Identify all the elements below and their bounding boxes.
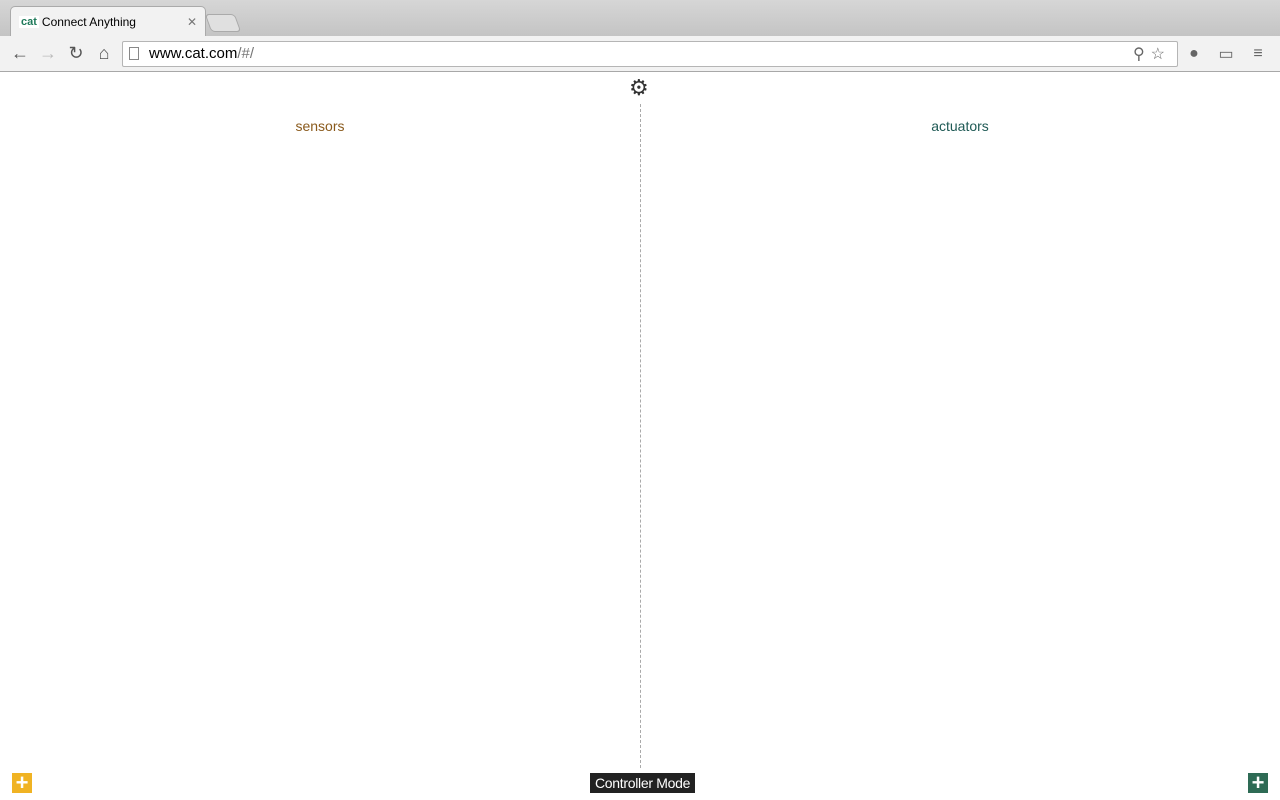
forward-icon[interactable]: →	[34, 43, 62, 64]
browser-toolbar: ← → ↻ ⌂ www.cat.com /#/ ⚲☆ ● ▭ ≡	[0, 36, 1280, 72]
address-bar[interactable]: www.cat.com /#/ ⚲☆	[122, 40, 1178, 67]
hangouts-icon[interactable]: ●	[1178, 45, 1210, 63]
plus-icon: +	[15, 770, 29, 795]
url-host: www.cat.com	[149, 45, 238, 62]
back-icon[interactable]: ←	[6, 43, 34, 64]
tab-title: Connect Anything	[41, 14, 136, 29]
tab-favicon: cat	[19, 15, 39, 28]
browser-tab[interactable]: cat Connect Anything ✕	[10, 6, 206, 36]
sensors-heading: sensors	[295, 118, 345, 134]
add-sensor-button[interactable]: +	[12, 770, 32, 795]
zoom-icon[interactable]: ⚲	[1133, 46, 1151, 63]
plus-icon: +	[1251, 770, 1265, 795]
close-tab-icon[interactable]: ✕	[187, 15, 197, 29]
tab-bar: cat Connect Anything ✕	[0, 0, 1280, 36]
cast-icon[interactable]: ▭	[1210, 44, 1242, 64]
new-tab-button[interactable]	[204, 14, 242, 32]
controller-mode-button[interactable]: Controller Mode	[590, 773, 696, 793]
reload-icon[interactable]: ↻	[62, 43, 90, 64]
url-path: /#/	[237, 45, 255, 62]
page-icon	[129, 47, 139, 60]
menu-icon[interactable]: ≡	[1242, 45, 1274, 63]
column-divider	[640, 104, 641, 768]
gear-icon[interactable]: ⚙	[629, 75, 649, 101]
bookmark-star-icon[interactable]: ☆	[1151, 46, 1171, 63]
add-actuator-button[interactable]: +	[1248, 770, 1268, 795]
home-icon[interactable]: ⌂	[90, 43, 118, 64]
actuators-heading: actuators	[931, 118, 989, 134]
